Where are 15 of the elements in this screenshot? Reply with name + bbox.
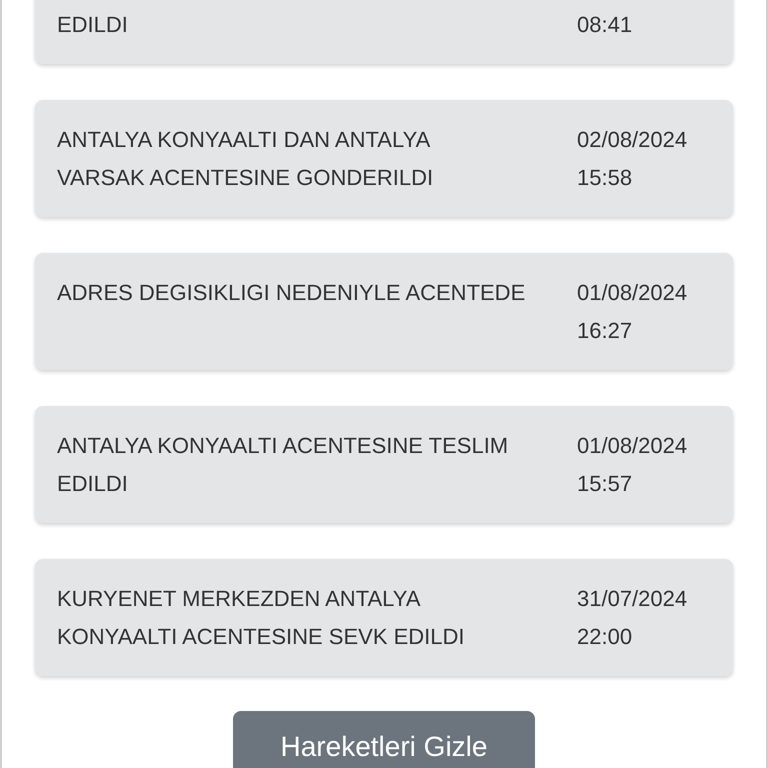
movement-description: KURYENET MERKEZDEN ANTALYA KONYAALTI ACENTESINE SEVK EDILDI: [57, 585, 466, 651]
movement-date: 02/08/2024: [577, 126, 688, 154]
movement-date: 01/08/2024: [577, 432, 688, 460]
movement-date: 01/08/2024: [577, 279, 688, 307]
movement-time: 08:41: [577, 11, 634, 39]
movement-description: EDILDI: [57, 11, 129, 39]
movement-date: 31/07/2024: [577, 585, 688, 613]
hide-movements-button[interactable]: Hareketleri Gizle: [233, 711, 535, 768]
movement-time: 15:57: [577, 470, 634, 498]
movement-description: ADRES DEGISIKLIGI NEDENIYLE ACENTEDE: [57, 279, 526, 307]
movement-time: 22:00: [577, 623, 634, 651]
movement-time: 15:58: [577, 164, 634, 192]
movement-time: 16:27: [577, 317, 634, 345]
movement-description: ANTALYA KONYAALTI DAN ANTALYA VARSAK ACENTESINE GONDERILDI: [57, 126, 434, 192]
movement-description: ANTALYA KONYAALTI ACENTESINE TESLIM EDILDI: [57, 432, 510, 498]
